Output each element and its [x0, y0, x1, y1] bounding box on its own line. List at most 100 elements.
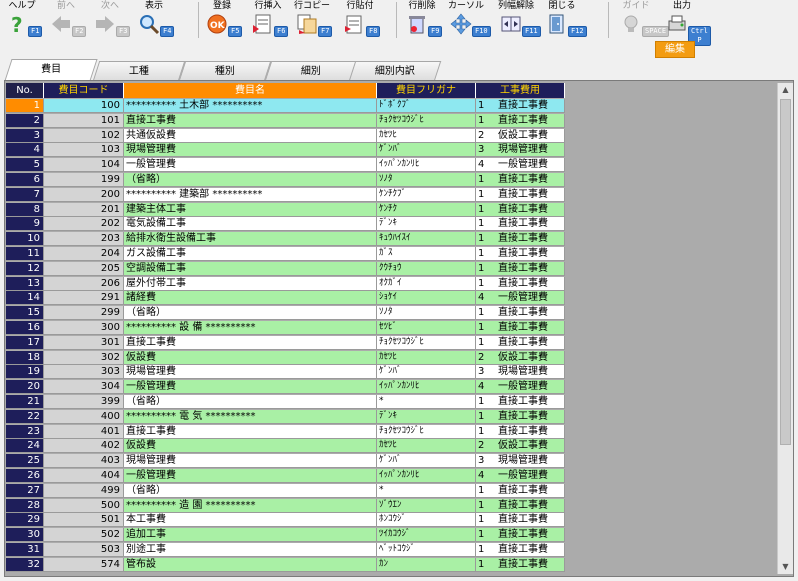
- cell-type[interactable]: 1 直接工事費: [476, 113, 565, 128]
- cell-type[interactable]: 1 直接工事費: [476, 513, 565, 528]
- cell-kana[interactable]: *: [377, 395, 476, 409]
- cell-name[interactable]: 建築主体工事: [124, 202, 377, 217]
- header-code[interactable]: 費目コード: [44, 83, 124, 98]
- cell-type[interactable]: 2 仮設工事費: [476, 439, 565, 454]
- help-button[interactable]: ヘルプ? F1: [0, 0, 44, 40]
- cell-name[interactable]: 一般管理費: [124, 469, 377, 483]
- table-row[interactable]: 7 200 ********** 建築部 ********** ｹﾝﾁｸﾌﾞ 1 直接工事…: [6, 187, 565, 202]
- cell-name[interactable]: （省略）: [124, 306, 377, 321]
- tab-0[interactable]: 費目: [4, 59, 98, 81]
- cell-kana[interactable]: ｲｯﾊﾟﾝｶﾝﾘﾋ: [377, 469, 476, 483]
- cell-kana[interactable]: *: [377, 483, 476, 498]
- cell-code[interactable]: 302: [44, 350, 124, 365]
- cell-code[interactable]: 574: [44, 557, 124, 572]
- cell-code[interactable]: 103: [44, 143, 124, 158]
- cell-type[interactable]: 1 直接工事費: [476, 187, 565, 202]
- table-row[interactable]: 29 501 本工事費 ﾎﾝｺｳｼﾞ 1 直接工事費: [6, 513, 565, 528]
- cell-name[interactable]: ********** 建築部 **********: [124, 187, 377, 202]
- cell-name[interactable]: 電気設備工事: [124, 217, 377, 232]
- cell-type[interactable]: 1 直接工事費: [476, 217, 565, 232]
- cell-kana[interactable]: ｶﾝ: [377, 557, 476, 572]
- cell-type[interactable]: 1 直接工事費: [476, 276, 565, 291]
- table-row[interactable]: 15 299 （省略） ｿﾉﾀ 1 直接工事費: [6, 306, 565, 321]
- cell-kana[interactable]: ｹﾝﾁｸ: [377, 202, 476, 217]
- cursor-button[interactable]: カーソル F10: [444, 0, 491, 40]
- cell-kana[interactable]: ﾂｲｶｺｳｼﾞ: [377, 528, 476, 543]
- cell-type[interactable]: 1 直接工事費: [476, 335, 565, 350]
- cell-type[interactable]: 1 直接工事費: [476, 498, 565, 513]
- table-row[interactable]: 9 202 電気設備工事 ﾃﾞﾝｷ 1 直接工事費: [6, 217, 565, 232]
- cell-type[interactable]: 4 一般管理費: [476, 158, 565, 173]
- cell-code[interactable]: 201: [44, 202, 124, 217]
- magnifier-button[interactable]: 表示 F4: [132, 0, 176, 40]
- table-row[interactable]: 20 304 一般管理費 ｲｯﾊﾟﾝｶﾝﾘﾋ 4 一般管理費: [6, 380, 565, 395]
- cell-code[interactable]: 299: [44, 306, 124, 321]
- cell-name[interactable]: 現場管理費: [124, 365, 377, 380]
- cell-name[interactable]: 直接工事費: [124, 424, 377, 439]
- table-row[interactable]: 3 102 共通仮設費 ｶｾﾂﾋ 2 仮設工事費: [6, 128, 565, 143]
- cell-name[interactable]: 現場管理費: [124, 454, 377, 469]
- delete-row-button[interactable]: 行削除 F9: [400, 0, 444, 40]
- table-row[interactable]: 25 403 現場管理費 ｹﾞﾝﾊﾞ 3 現場管理費: [6, 454, 565, 469]
- cell-type[interactable]: 4 一般管理費: [476, 291, 565, 306]
- cell-name[interactable]: （省略）: [124, 395, 377, 409]
- table-row[interactable]: 19 303 現場管理費 ｹﾞﾝﾊﾞ 3 現場管理費: [6, 365, 565, 380]
- cell-code[interactable]: 499: [44, 483, 124, 498]
- cell-type[interactable]: 4 一般管理費: [476, 469, 565, 483]
- table-row[interactable]: 17 301 直接工事費 ﾁｮｸｾﾂｺｳｼﾞﾋ 1 直接工事費: [6, 335, 565, 350]
- cell-kana[interactable]: ﾁｮｸｾﾂｺｳｼﾞﾋ: [377, 335, 476, 350]
- cell-kana[interactable]: ﾃﾞﾝｷ: [377, 409, 476, 424]
- table-row[interactable]: 24 402 仮設費 ｶｾﾂﾋ 2 仮設工事費: [6, 439, 565, 454]
- table-row[interactable]: 23 401 直接工事費 ﾁｮｸｾﾂｺｳｼﾞﾋ 1 直接工事費: [6, 424, 565, 439]
- cell-kana[interactable]: ｸｳﾁｮｳ: [377, 261, 476, 276]
- output-button[interactable]: 出力 Ctrl P: [660, 0, 711, 46]
- cell-name[interactable]: 仮設費: [124, 350, 377, 365]
- cell-type[interactable]: 1 直接工事費: [476, 232, 565, 247]
- cell-type[interactable]: 3 現場管理費: [476, 454, 565, 469]
- cell-name[interactable]: 直接工事費: [124, 335, 377, 350]
- cell-code[interactable]: 200: [44, 187, 124, 202]
- ok-button[interactable]: 登録 OK F5: [200, 0, 244, 40]
- cell-type[interactable]: 1 直接工事費: [476, 306, 565, 321]
- paste-row-button[interactable]: 行貼付 F8: [338, 0, 382, 40]
- cell-code[interactable]: 300: [44, 321, 124, 335]
- cell-kana[interactable]: ｹﾝﾁｸﾌﾞ: [377, 187, 476, 202]
- cell-code[interactable]: 404: [44, 469, 124, 483]
- table-row[interactable]: 5 104 一般管理費 ｲｯﾊﾟﾝｶﾝﾘﾋ 4 一般管理費: [6, 158, 565, 173]
- cell-code[interactable]: 203: [44, 232, 124, 247]
- table-row[interactable]: 30 502 追加工事 ﾂｲｶｺｳｼﾞ 1 直接工事費: [6, 528, 565, 543]
- table-row[interactable]: 28 500 ********** 造 園 ********** ｿﾞｳｴﾝ 1 直接工事…: [6, 498, 565, 513]
- vertical-scrollbar[interactable]: ▲ ▼: [777, 83, 793, 574]
- scrollbar-thumb[interactable]: [780, 99, 791, 445]
- cell-name[interactable]: 仮設費: [124, 439, 377, 454]
- cell-type[interactable]: 1 直接工事費: [476, 261, 565, 276]
- cell-type[interactable]: 1 直接工事費: [476, 483, 565, 498]
- cell-name[interactable]: 一般管理費: [124, 380, 377, 395]
- cell-type[interactable]: 3 現場管理費: [476, 143, 565, 158]
- cell-code[interactable]: 202: [44, 217, 124, 232]
- table-row[interactable]: 4 103 現場管理費 ｹﾞﾝﾊﾞ 3 現場管理費: [6, 143, 565, 158]
- header-type[interactable]: 工事費用: [476, 83, 565, 98]
- cell-kana[interactable]: ｿﾞｳｴﾝ: [377, 498, 476, 513]
- cell-kana[interactable]: ﾍﾞｯﾄｺｳｼﾞ: [377, 543, 476, 557]
- scroll-up-icon[interactable]: ▲: [778, 83, 793, 97]
- copy-row-button[interactable]: 行コピー F7: [290, 0, 334, 40]
- cell-code[interactable]: 205: [44, 261, 124, 276]
- column-width-button[interactable]: 列幅解除 F11: [494, 0, 541, 40]
- tab-1[interactable]: 工種: [92, 61, 186, 81]
- cell-name[interactable]: ********** 設 備 **********: [124, 321, 377, 335]
- cell-name[interactable]: 一般管理費: [124, 158, 377, 173]
- cell-code[interactable]: 402: [44, 439, 124, 454]
- cell-type[interactable]: 2 仮設工事費: [476, 128, 565, 143]
- cell-kana[interactable]: ﾁｮｸｾﾂｺｳｼﾞﾋ: [377, 113, 476, 128]
- cell-code[interactable]: 399: [44, 395, 124, 409]
- cell-kana[interactable]: ｲｯﾊﾟﾝｶﾝﾘﾋ: [377, 158, 476, 173]
- cell-name[interactable]: （省略）: [124, 173, 377, 187]
- tab-3[interactable]: 細別: [264, 61, 358, 81]
- cell-type[interactable]: 1 直接工事費: [476, 409, 565, 424]
- cell-type[interactable]: 3 現場管理費: [476, 365, 565, 380]
- tab-2[interactable]: 種別: [178, 61, 272, 81]
- cell-code[interactable]: 401: [44, 424, 124, 439]
- scroll-down-icon[interactable]: ▼: [778, 560, 793, 574]
- table-row[interactable]: 18 302 仮設費 ｶｾﾂﾋ 2 仮設工事費: [6, 350, 565, 365]
